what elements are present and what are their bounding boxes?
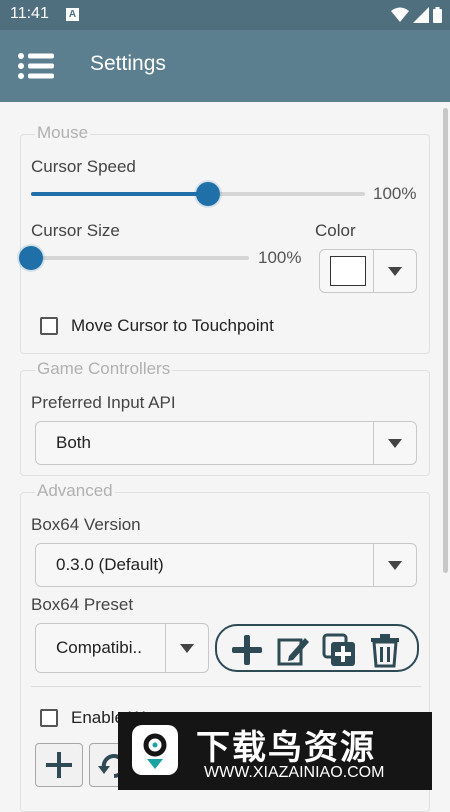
duplicate-icon[interactable]	[321, 632, 357, 668]
chevron-down-icon	[388, 267, 402, 276]
battery-icon	[433, 7, 442, 23]
color-label: Color	[315, 221, 356, 240]
box64-preset-label: Box64 Preset	[31, 595, 134, 614]
chevron-down-icon	[180, 644, 194, 653]
delete-icon[interactable]	[367, 632, 403, 668]
color-picker-divider	[373, 250, 374, 292]
chevron-down-icon	[388, 561, 402, 570]
cursor-speed-thumb[interactable]	[196, 182, 221, 206]
status-bar: 11:41 A	[0, 0, 450, 30]
notification-icon: A	[66, 8, 79, 21]
cursor-size-thumb[interactable]	[19, 246, 43, 270]
app-bar: Settings	[0, 30, 450, 102]
menu-icon[interactable]	[18, 52, 54, 80]
box64-version-divider	[373, 544, 374, 586]
cursor-speed-fill	[31, 192, 209, 196]
page-title: Settings	[90, 52, 166, 75]
watermark-logo	[132, 725, 178, 775]
add-icon	[46, 752, 72, 778]
box64-version-select[interactable]: 0.3.0 (Default)	[35, 543, 417, 587]
cursor-speed-label: Cursor Speed	[31, 157, 136, 176]
add-icon[interactable]	[229, 632, 265, 668]
add-button[interactable]	[35, 743, 83, 787]
cursor-size-label: Cursor Size	[31, 221, 120, 240]
cursor-size-slider[interactable]	[19, 246, 249, 270]
mouse-group: Mouse Cursor Speed 100% Cursor Size 100%…	[19, 123, 430, 354]
wifi-icon	[391, 7, 409, 22]
move-cursor-label: Move Cursor to Touchpoint	[71, 316, 274, 335]
cursor-size-track	[31, 256, 249, 260]
edit-icon[interactable]	[275, 632, 311, 668]
move-cursor-checkbox[interactable]	[40, 317, 58, 335]
chevron-down-icon	[388, 439, 402, 448]
preferred-api-label: Preferred Input API	[31, 393, 176, 412]
watermark-title: 下载鸟资源	[196, 728, 376, 768]
enable-checkbox[interactable]	[40, 709, 58, 727]
game-controllers-group: Game Controllers Preferred Input API Bot…	[20, 359, 430, 476]
cursor-speed-slider[interactable]	[31, 182, 365, 206]
color-picker[interactable]	[319, 249, 417, 293]
cursor-size-value: 100%	[258, 248, 302, 267]
watermark-url: WWW.XIAZAINIAO.COM	[204, 764, 385, 781]
box64-version-value: 0.3.0 (Default)	[56, 555, 164, 574]
box64-preset-value: Compatibi..	[56, 638, 142, 657]
cursor-speed-value: 100%	[373, 184, 417, 203]
watermark-banner: 下载鸟资源 WWW.XIAZAINIAO.COM	[118, 712, 432, 790]
advanced-legend: Advanced	[35, 481, 115, 501]
mouse-legend: Mouse	[35, 123, 91, 143]
color-swatch	[330, 256, 366, 286]
box64-preset-divider	[165, 624, 166, 672]
status-time: 11:41	[10, 5, 49, 22]
game-controllers-legend: Game Controllers	[35, 359, 173, 379]
preferred-api-divider	[373, 422, 374, 464]
scrollbar[interactable]	[443, 108, 448, 573]
box64-preset-select[interactable]: Compatibi..	[35, 623, 209, 673]
preset-toolbar	[215, 624, 419, 672]
preferred-api-select[interactable]: Both	[35, 421, 417, 465]
divider	[31, 686, 421, 687]
signal-icon	[413, 7, 429, 23]
preferred-api-value: Both	[56, 433, 91, 452]
status-icons	[391, 6, 442, 24]
box64-version-label: Box64 Version	[31, 515, 141, 534]
